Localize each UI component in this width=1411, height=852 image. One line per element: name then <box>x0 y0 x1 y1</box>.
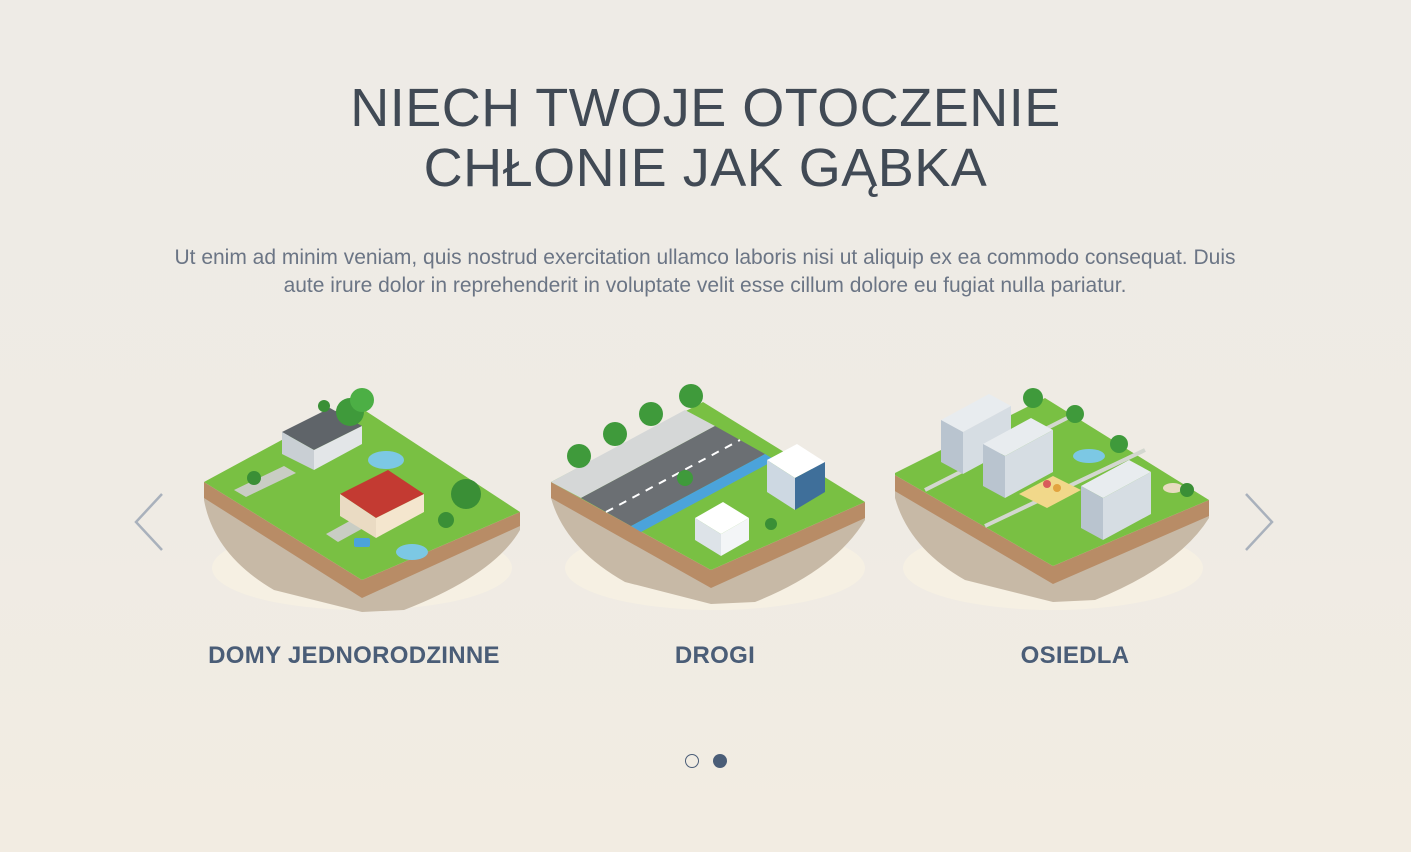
carousel-next-button[interactable] <box>1238 490 1278 554</box>
carousel-prev-button[interactable] <box>130 490 170 554</box>
slide-label: DROGI <box>674 642 756 669</box>
page-title-line-2: CHŁONIE JAK GĄBKA <box>423 138 988 199</box>
slide-label: DOMY JEDNORODZINNE <box>208 642 500 669</box>
pagination-dot-2-active[interactable] <box>712 754 727 768</box>
roads-illustration <box>535 370 895 620</box>
intro-paragraph: Ut enim ad minim veniam, quis nostrud ex… <box>174 246 1236 297</box>
slide-label: OSIEDLA <box>1020 642 1130 669</box>
slide-osiedla[interactable]: OSIEDLA <box>895 370 1255 680</box>
slide-domy-jednorodzinne[interactable]: DOMY JEDNORODZINNE <box>174 370 534 680</box>
slide-drogi[interactable]: DROGI <box>535 370 895 680</box>
category-carousel: DOMY JEDNORODZINNE DROGI OSIEDLA <box>0 370 1411 690</box>
single-family-houses-illustration <box>174 370 534 620</box>
chevron-right-icon <box>1245 493 1274 551</box>
chevron-left-icon <box>134 493 163 551</box>
pagination-dot-1[interactable] <box>684 754 699 768</box>
housing-estates-illustration <box>895 370 1255 620</box>
page-title-line-1: NIECH TWOJE OTOCZENIE <box>350 78 1061 139</box>
carousel-pagination <box>0 754 1411 768</box>
page-title: NIECH TWOJE OTOCZENIE CHŁONIE JAK GĄBKA <box>0 78 1411 198</box>
